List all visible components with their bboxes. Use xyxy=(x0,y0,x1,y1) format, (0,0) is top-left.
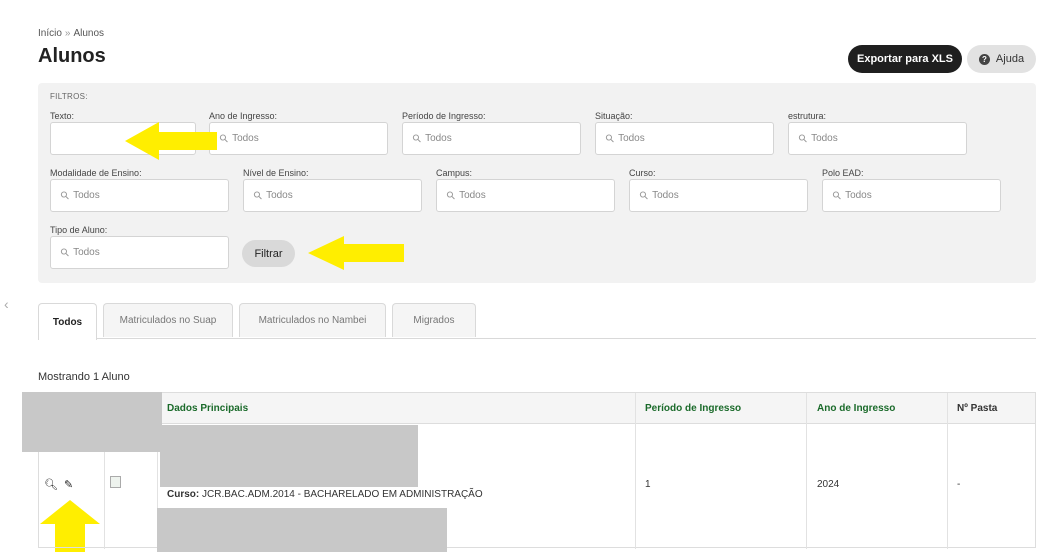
cell-pasta: - xyxy=(957,479,961,490)
breadcrumb: Início» Alunos xyxy=(38,28,104,39)
filter-polo-label: Polo EAD: xyxy=(822,168,864,178)
search-icon: ⚲ xyxy=(603,131,618,146)
curso-value: JCR.BAC.ADM.2014 - BACHARELADO EM ADMINI… xyxy=(202,489,483,500)
redacted-block xyxy=(160,425,418,487)
filter-situacao-label: Situação: xyxy=(595,111,633,121)
help-button[interactable]: ? Ajuda xyxy=(967,45,1036,73)
filter-situacao-value: Todos xyxy=(618,133,645,144)
cell-ano: 2024 xyxy=(817,479,840,490)
search-icon: ⚲ xyxy=(217,131,232,146)
tabs-bar: Todos Matriculados no Suap Matriculados … xyxy=(38,303,1036,340)
edit-icon[interactable]: ✎ xyxy=(64,478,73,491)
results-count: Mostrando 1 Aluno xyxy=(38,371,130,383)
filter-texto-label: Texto: xyxy=(50,111,75,121)
search-icon: ⚲ xyxy=(637,188,652,203)
filter-polo-select[interactable]: ⚲ Todos xyxy=(822,179,1001,212)
student-photo-image xyxy=(110,476,121,488)
filter-modalidade-select[interactable]: ⚲ Todos xyxy=(50,179,229,212)
filter-nivel-label: Nível de Ensino: xyxy=(243,168,309,178)
filter-campus-label: Campus: xyxy=(436,168,473,178)
search-icon: ⚲ xyxy=(58,245,73,260)
search-icon: ⚲ xyxy=(58,188,73,203)
export-xls-button[interactable]: Exportar para XLS xyxy=(848,45,962,73)
filter-modalidade-label: Modalidade de Ensino: xyxy=(50,168,142,178)
search-icon: ⚲ xyxy=(444,188,459,203)
filter-tipo-aluno-select[interactable]: ⚲ Todos xyxy=(50,236,229,269)
column-divider xyxy=(635,393,636,549)
header-ano-ingresso[interactable]: Ano de Ingresso xyxy=(817,403,895,414)
help-button-label: Ajuda xyxy=(995,53,1025,65)
page-title: Alunos xyxy=(38,45,106,67)
filter-curso-label: Curso: xyxy=(629,168,656,178)
tab-todos[interactable]: Todos xyxy=(38,303,97,340)
filter-campus-select[interactable]: ⚲ Todos xyxy=(436,179,615,212)
header-periodo-ingresso[interactable]: Período de Ingresso xyxy=(645,403,741,414)
filter-nivel-value: Todos xyxy=(266,190,293,201)
breadcrumb-home-link[interactable]: Início xyxy=(38,28,62,39)
filter-polo-value: Todos xyxy=(845,190,872,201)
filter-periodo-ingresso-label: Período de Ingresso: xyxy=(402,111,486,121)
redacted-block xyxy=(22,392,162,452)
filter-estrutura-select[interactable]: ⚲ Todos xyxy=(788,122,967,155)
filter-situacao-select[interactable]: ⚲ Todos xyxy=(595,122,774,155)
filter-ano-ingresso-value: Todos xyxy=(232,133,259,144)
cell-periodo: 1 xyxy=(645,479,651,490)
search-icon: ⚲ xyxy=(830,188,845,203)
filter-tipo-aluno-value: Todos xyxy=(73,247,100,258)
filters-title: FILTROS: xyxy=(50,92,88,101)
question-circle-icon: ? xyxy=(978,53,990,65)
filter-periodo-ingresso-value: Todos xyxy=(425,133,452,144)
filter-ano-ingresso-label: Ano de Ingresso: xyxy=(209,111,278,121)
view-magnifier-icon[interactable]: 🔍︎ xyxy=(44,478,58,491)
filter-modalidade-value: Todos xyxy=(73,190,100,201)
row-actions: 🔍︎ ✎ xyxy=(44,478,73,491)
filters-panel: FILTROS: Texto: Ano de Ingresso: ⚲ Todos … xyxy=(38,83,1036,283)
filter-curso-value: Todos xyxy=(652,190,679,201)
filter-estrutura-label: estrutura: xyxy=(788,111,827,121)
filter-submit-button[interactable]: Filtrar xyxy=(242,240,295,267)
column-divider xyxy=(947,393,948,549)
breadcrumb-current: Alunos xyxy=(73,28,105,39)
filter-tipo-aluno-label: Tipo de Aluno: xyxy=(50,225,108,235)
redacted-block xyxy=(157,508,447,552)
filter-nivel-select[interactable]: ⚲ Todos xyxy=(243,179,422,212)
search-icon: ⚲ xyxy=(251,188,266,203)
tab-migrados[interactable]: Migrados xyxy=(392,303,476,337)
annotation-arrow-left-icon xyxy=(308,236,404,270)
chevron-left-icon[interactable]: ‹ xyxy=(4,296,9,312)
column-divider xyxy=(806,393,807,549)
filter-curso-select[interactable]: ⚲ Todos xyxy=(629,179,808,212)
curso-label: Curso: xyxy=(167,489,200,500)
filter-campus-value: Todos xyxy=(459,190,486,201)
filter-estrutura-value: Todos xyxy=(811,133,838,144)
tab-matriculados-nambei[interactable]: Matriculados no Nambei xyxy=(239,303,386,337)
tab-matriculados-suap[interactable]: Matriculados no Suap xyxy=(103,303,233,337)
filter-periodo-ingresso-select[interactable]: ⚲ Todos xyxy=(402,122,581,155)
header-numero-pasta: Nº Pasta xyxy=(957,403,998,414)
filter-ano-ingresso-select[interactable]: ⚲ Todos xyxy=(209,122,388,155)
table-row-curso: Curso: JCR.BAC.ADM.2014 - BACHARELADO EM… xyxy=(167,489,483,500)
search-icon: ⚲ xyxy=(410,131,425,146)
breadcrumb-separator: » xyxy=(64,28,71,39)
annotation-arrow-left-icon xyxy=(125,122,217,160)
header-dados-principais[interactable]: Dados Principais xyxy=(167,403,248,414)
search-icon: ⚲ xyxy=(796,131,811,146)
